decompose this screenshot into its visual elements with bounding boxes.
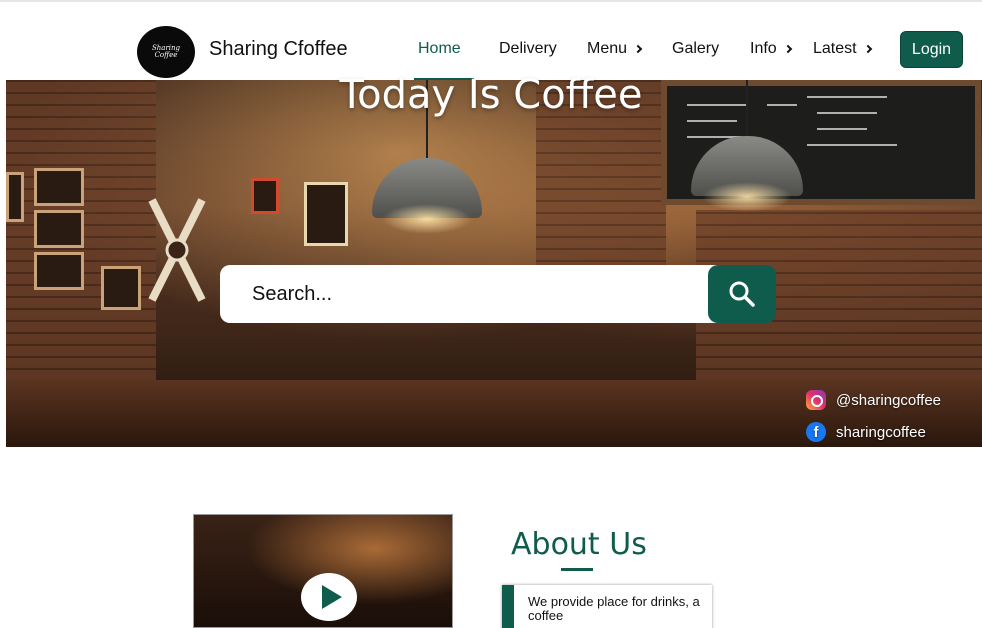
login-button[interactable]: Login	[900, 31, 963, 68]
wall-sign	[251, 178, 279, 214]
search-icon	[729, 281, 755, 307]
wall-picture	[34, 210, 84, 248]
nav-home[interactable]: Home	[418, 40, 461, 58]
lamp-glow	[702, 182, 792, 212]
nav-menu[interactable]: Menu	[587, 40, 643, 58]
about-card: We provide place for drinks, a coffee	[502, 585, 712, 628]
about-text: We provide place for drinks, a coffee	[528, 594, 700, 623]
nav-info[interactable]: Info	[750, 40, 792, 58]
play-icon	[321, 585, 342, 609]
nav-home-label: Home	[418, 40, 461, 57]
main-nav: Home Delivery Menu Galery Info Latest	[0, 40, 982, 64]
lamp-glow	[382, 204, 472, 234]
wall-sign	[304, 182, 348, 246]
search-bar	[220, 265, 776, 323]
about-video[interactable]	[193, 514, 453, 628]
facebook-handle: sharingcoffee	[836, 423, 926, 441]
play-button[interactable]	[301, 573, 357, 621]
chevron-right-icon	[633, 44, 643, 54]
nav-info-label: Info	[750, 40, 777, 57]
instagram-icon	[806, 390, 826, 410]
instagram-handle: @sharingcoffee	[836, 391, 942, 409]
chevron-right-icon	[863, 44, 872, 54]
nav-delivery[interactable]: Delivery	[499, 40, 557, 58]
wall-picture	[6, 172, 24, 222]
nav-galery[interactable]: Galery	[672, 40, 719, 58]
nav-galery-label: Galery	[672, 40, 720, 57]
search-button[interactable]	[708, 265, 776, 323]
nav-menu-label: Menu	[587, 40, 628, 57]
chalk-line	[687, 120, 737, 122]
hero-title: Today Is Coffee	[339, 72, 643, 118]
instagram-link[interactable]: @sharingcoffee	[806, 390, 941, 410]
wall-picture	[34, 168, 84, 206]
chalk-line	[807, 144, 897, 146]
facebook-icon: f	[806, 422, 826, 442]
wall-picture	[101, 266, 141, 310]
nav-latest[interactable]: Latest	[813, 40, 872, 58]
site-header: Sharing Coffee Sharing Cfoffee Home Deli…	[0, 0, 982, 81]
nav-latest-label: Latest	[813, 40, 857, 57]
search-input[interactable]	[220, 265, 720, 323]
about-title: About Us	[511, 527, 647, 562]
nav-delivery-label: Delivery	[499, 40, 557, 57]
chevron-right-icon	[783, 44, 792, 54]
wall-picture	[34, 252, 84, 290]
chalk-line	[817, 128, 867, 130]
crossed-pistons-decor	[148, 198, 206, 302]
about-underline	[561, 568, 593, 571]
facebook-link[interactable]: f sharingcoffee	[806, 422, 926, 442]
